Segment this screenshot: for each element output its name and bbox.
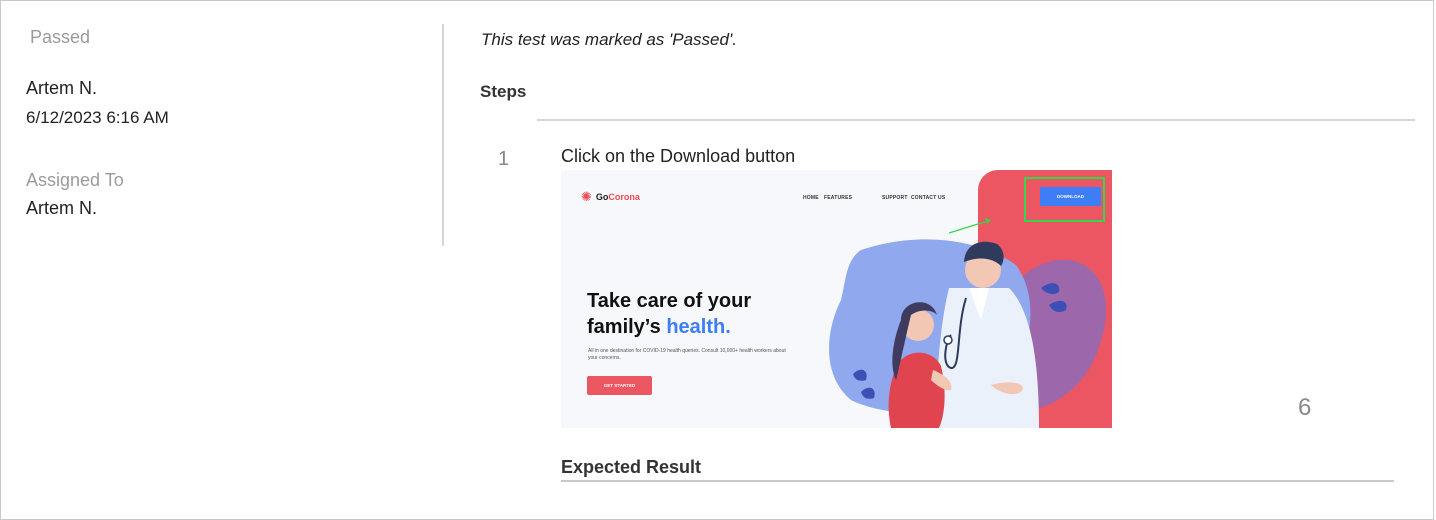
assigned-to-label: Assigned To: [26, 170, 124, 190]
steps-heading: Steps: [480, 82, 527, 101]
logo-accent-text: Corona: [608, 191, 640, 202]
hero-subtitle: All in one destination for COVID-19 heal…: [588, 348, 786, 361]
column-divider: [442, 24, 444, 246]
nav-contact-link[interactable]: CONTACT US: [911, 195, 945, 201]
passed-note: This test was marked as 'Passed'.: [481, 30, 737, 49]
hero-title-line1: Take care of your: [587, 290, 752, 312]
step-text: Click on the Download button: [561, 146, 796, 166]
assigned-to-value: Artem N.: [26, 198, 98, 218]
step-number: 1: [498, 148, 510, 170]
result-timestamp: 6/12/2023 6:16 AM: [26, 108, 169, 127]
step-screenshot[interactable]: ✺ GoCorona HOME FEATURES SUPPORT CONTACT…: [561, 170, 1112, 428]
logo-text: Go: [595, 191, 609, 202]
virus-icon: ✺: [581, 189, 592, 204]
status-label: Passed: [30, 27, 91, 47]
nav-home-link[interactable]: HOME: [803, 195, 819, 201]
gocorona-logo: ✺ GoCorona: [581, 190, 640, 203]
page-number: 6: [1298, 394, 1312, 421]
download-highlight-box: [1024, 177, 1105, 222]
author-name: Artem N.: [26, 78, 98, 98]
hero-title-accent: health.: [666, 316, 731, 338]
get-started-button[interactable]: GET STARTED: [587, 376, 652, 395]
nav-support-link[interactable]: SUPPORT: [882, 195, 908, 201]
hero-title-line2: family’s health.: [587, 314, 731, 340]
nav-features-link[interactable]: FEATURES: [824, 195, 852, 201]
expected-result-divider: [561, 480, 1394, 482]
steps-divider: [537, 119, 1415, 121]
hero-title-text: family’s: [587, 316, 661, 338]
expected-result-heading: Expected Result: [561, 457, 702, 477]
